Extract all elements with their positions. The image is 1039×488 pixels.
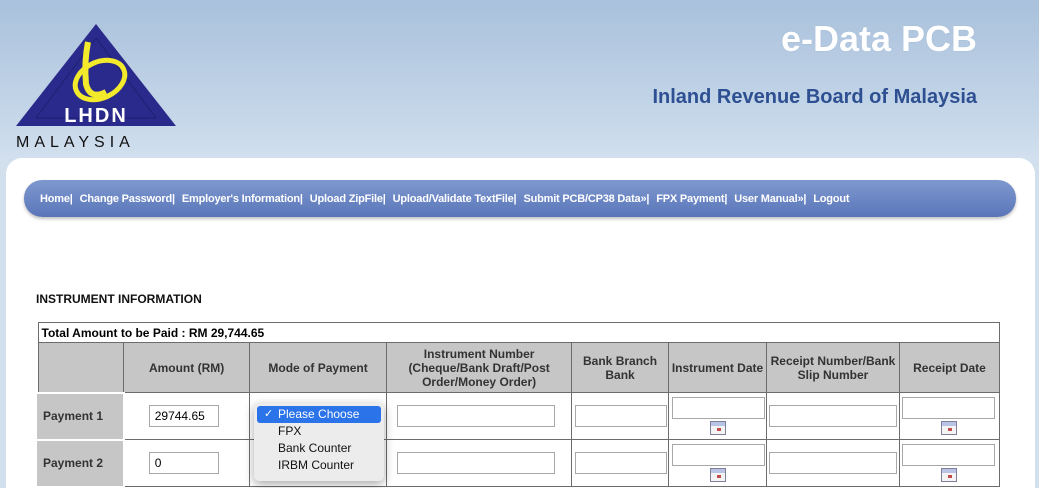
header-receipt-date: Receipt Date (898, 342, 1001, 393)
header-instrument-date: Instrument Date (668, 342, 768, 393)
header-amount: Amount (RM) (123, 342, 250, 393)
instrument-table: Total Amount to be Paid : RM 29,744.65 A… (37, 322, 1001, 488)
header-instrument-number: Instrument Number (Cheque/Bank Draft/Pos… (386, 342, 573, 393)
app-title: e-Data PCB (780, 18, 977, 59)
payment-1-label: Payment 1 (37, 391, 125, 441)
calendar-icon[interactable] (941, 468, 958, 482)
payment-2-receipt-date-input[interactable] (901, 444, 995, 466)
logo-triangle-icon: LHDN (16, 24, 176, 127)
svg-text:LHDN: LHDN (64, 105, 128, 127)
dropdown-option-please-choose[interactable]: Please Choose (257, 406, 381, 423)
payment-1-amount-input[interactable] (148, 405, 219, 427)
payment-2-instrument-number-input[interactable] (397, 452, 556, 474)
calendar-icon[interactable] (941, 421, 958, 435)
table-row: Payment 1 (37, 391, 1001, 441)
table-row: Payment 2 (37, 438, 1001, 488)
nav-logout[interactable]: Logout (813, 193, 849, 205)
lhdn-logo: LHDN MALAYSIA (12, 22, 180, 152)
section-title: INSTRUMENT INFORMATION (36, 292, 202, 306)
calendar-icon[interactable] (709, 468, 726, 482)
payment-2-label: Payment 2 (37, 438, 125, 488)
header-blank (37, 342, 125, 393)
payment-1-bank-branch-input[interactable] (575, 405, 668, 427)
nav-user-manual[interactable]: User Manual»| (734, 193, 806, 205)
dropdown-option-fpx[interactable]: FPX (254, 423, 384, 440)
content-panel: Home| Change Password| Employer's Inform… (6, 158, 1035, 488)
header-mode-of-payment: Mode of Payment (248, 342, 388, 393)
payment-1-instrument-date-input[interactable] (672, 397, 766, 419)
dropdown-option-bank-counter[interactable]: Bank Counter (254, 440, 384, 457)
payment-2-amount-input[interactable] (148, 452, 219, 474)
mode-of-payment-dropdown[interactable]: Please Choose FPX Bank Counter IRBM Coun… (254, 403, 384, 481)
total-amount-label: Total Amount to be Paid : RM 29,744.65 (37, 322, 1000, 343)
table-header-row: Amount (RM) Mode of Payment Instrument N… (37, 342, 1001, 393)
nav-home[interactable]: Home| (40, 193, 73, 205)
main-nav: Home| Change Password| Employer's Inform… (24, 180, 1016, 217)
payment-1-instrument-number-input[interactable] (397, 405, 556, 427)
nav-change-password[interactable]: Change Password| (80, 193, 175, 205)
nav-employer-information[interactable]: Employer's Information| (182, 193, 303, 205)
nav-upload-validate-textfile[interactable]: Upload/Validate TextFile| (393, 193, 517, 205)
dropdown-option-irbm-counter[interactable]: IRBM Counter (254, 457, 384, 474)
payment-2-bank-branch-input[interactable] (575, 452, 668, 474)
header-bank-branch: Bank Branch Bank (571, 342, 670, 393)
nav-fpx-payment[interactable]: FPX Payment| (656, 193, 727, 205)
org-title: Inland Revenue Board of Malaysia (652, 86, 977, 108)
payment-1-receipt-date-input[interactable] (901, 397, 995, 419)
payment-1-receipt-number-input[interactable] (769, 405, 898, 427)
nav-submit-pcb-cp38[interactable]: Submit PCB/CP38 Data»| (523, 193, 649, 205)
total-row: Total Amount to be Paid : RM 29,744.65 (37, 322, 1000, 343)
calendar-icon[interactable] (709, 421, 726, 435)
logo-country-text: MALAYSIA (16, 134, 135, 151)
payment-2-receipt-number-input[interactable] (769, 452, 898, 474)
nav-upload-zipfile[interactable]: Upload ZipFile| (310, 193, 386, 205)
payment-2-instrument-date-input[interactable] (672, 444, 766, 466)
header-receipt-number: Receipt Number/Bank Slip Number (766, 342, 900, 393)
